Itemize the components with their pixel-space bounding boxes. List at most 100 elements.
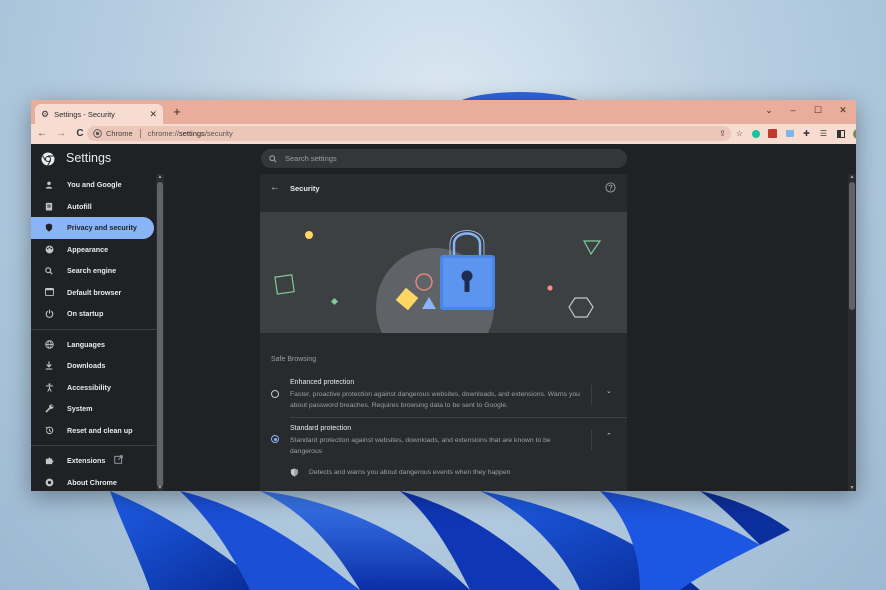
scrollbar-thumb[interactable] [849,182,855,310]
standard-protection-description: Standard protection against websites, do… [290,437,551,455]
sidebar-item-you-and-google[interactable]: You and Google [31,174,156,196]
sidebar-item-about-chrome[interactable]: About Chrome [31,472,156,492]
option-divider [591,385,592,405]
security-card-header: ← Security [260,174,627,204]
scroll-down-arrow-icon[interactable]: ▼ [156,485,164,491]
option-enhanced-protection[interactable]: Enhanced protection Faster, proactive pr… [260,378,627,418]
settings-search[interactable] [261,149,627,168]
reload-button[interactable]: C [72,126,88,142]
sidebar-item-label: Languages [67,339,105,349]
sidebar-item-privacy-and-security[interactable]: Privacy and security [31,217,154,239]
person-icon [44,181,54,189]
sidebar-item-label: System [67,404,93,414]
enhanced-protection-description: Faster, proactive protection against dan… [290,391,580,409]
palette-icon [44,245,54,254]
side-panel-icon[interactable] [834,126,847,141]
chrome-icon [44,478,54,487]
sidebar-item-label: Accessibility [67,382,111,392]
sidebar-item-languages[interactable]: Languages [31,334,156,356]
back-arrow-icon[interactable]: ← [270,182,280,193]
gear-icon: ⚙ [41,108,50,119]
tab-settings-security[interactable]: ⚙ Settings - Security ✕ [35,104,163,124]
standard-protection-radio[interactable] [271,435,279,443]
search-icon [44,266,54,275]
history-icon [44,426,54,435]
sidebar-item-default-browser[interactable]: Default browser [31,282,156,304]
url-text: chrome://settings/security [147,129,233,138]
address-divider [139,129,141,138]
bookmark-star-icon[interactable]: ☆ [733,126,746,141]
extensions-puzzle-icon[interactable]: ✚ [800,126,813,141]
settings-main: ← Security Safe Browsing Enhanced protec… [164,174,848,491]
standard-protection-title: Standard protection [290,425,352,432]
new-tab-button[interactable]: + [169,104,185,120]
settings-sidebar: You and Google Autofill Privacy and secu… [31,174,156,491]
sidebar-item-on-startup[interactable]: On startup [31,303,156,325]
sidebar-item-accessibility[interactable]: Accessibility [31,377,156,399]
address-bar[interactable]: Chrome chrome://settings/security [87,126,731,141]
sidebar-scrollbar[interactable]: ▲ ▼ [156,174,164,491]
security-title: Security [290,184,320,193]
minimize-button[interactable]: – [783,102,803,118]
browser-window: ⚙ Settings - Security ✕ + ⌄ – ☐ ✕ ← → C … [31,100,856,491]
forward-button[interactable]: → [53,126,69,142]
option-standard-protection[interactable]: Standard protection Standard protection … [260,424,627,462]
external-link-icon [114,455,124,466]
sidebar-item-reset-and-clean-up[interactable]: Reset and clean up [31,420,156,442]
clipboard-icon [44,202,54,211]
site-name: Chrome [106,129,133,138]
safe-browsing-heading: Safe Browsing [271,356,317,363]
reading-list-icon[interactable]: ☰ [817,126,830,141]
sidebar-divider [31,445,156,446]
screen-extension-icon[interactable] [783,126,796,141]
search-input[interactable] [285,154,585,163]
sidebar-item-search-engine[interactable]: Search engine [31,260,156,282]
scrollbar-thumb[interactable] [157,182,163,487]
chrome-site-icon [93,129,102,138]
enhanced-protection-title: Enhanced protection [290,379,355,386]
chevron-up-icon[interactable]: ⌃ [606,432,612,440]
scroll-up-arrow-icon[interactable]: ▲ [848,174,856,180]
sidebar-item-label: Extensions [67,456,106,466]
sidebar-item-label: Search engine [67,266,117,276]
share-icon[interactable]: ⇪ [716,126,729,141]
sidebar-item-label: About Chrome [67,477,117,487]
detail-text: Detects and warns you about dangerous ev… [309,469,511,476]
tab-close-icon[interactable]: ✕ [149,109,157,120]
globe-icon [44,340,54,349]
profile-avatar-icon[interactable] [851,126,856,141]
sidebar-item-extensions[interactable]: Extensions [31,450,156,472]
close-window-button[interactable]: ✕ [833,102,853,118]
pdf-extension-icon[interactable] [766,126,779,141]
sidebar-item-autofill[interactable]: Autofill [31,196,156,218]
browser-toolbar: ← → C Chrome chrome://settings/security … [31,124,856,144]
maximize-button[interactable]: ☐ [808,102,828,118]
extension-icons: ✚ ☰ ⋮ [749,126,856,141]
scroll-up-arrow-icon[interactable]: ▲ [156,174,164,180]
grammarly-extension-icon[interactable] [749,126,762,141]
sidebar-item-downloads[interactable]: Downloads [31,355,156,377]
scroll-down-arrow-icon[interactable]: ▼ [848,485,856,491]
sidebar-item-label: Privacy and security [67,223,137,233]
enhanced-protection-radio[interactable] [271,390,279,398]
option-divider [591,430,592,450]
standard-protection-detail: Detects and warns you about dangerous ev… [290,468,510,477]
sidebar-item-label: Default browser [67,287,122,297]
sidebar-item-system[interactable]: System [31,398,156,420]
option-separator [290,417,627,418]
sidebar-item-appearance[interactable]: Appearance [31,239,156,261]
main-scrollbar[interactable]: ▲ ▼ [848,174,856,491]
search-icon [269,154,277,163]
back-button[interactable]: ← [34,126,50,142]
accessibility-icon [44,383,54,392]
settings-header: Settings [31,144,856,174]
help-icon[interactable] [605,182,616,193]
sidebar-item-label: Autofill [67,201,92,211]
power-icon [44,309,54,319]
tab-search-chevron-icon[interactable]: ⌄ [759,102,779,118]
chevron-down-icon[interactable]: ⌄ [606,387,612,395]
sidebar-item-label: Reset and clean up [67,425,133,435]
shield-icon [44,223,54,232]
shield-icon [290,468,299,477]
sidebar-item-label: On startup [67,309,104,319]
